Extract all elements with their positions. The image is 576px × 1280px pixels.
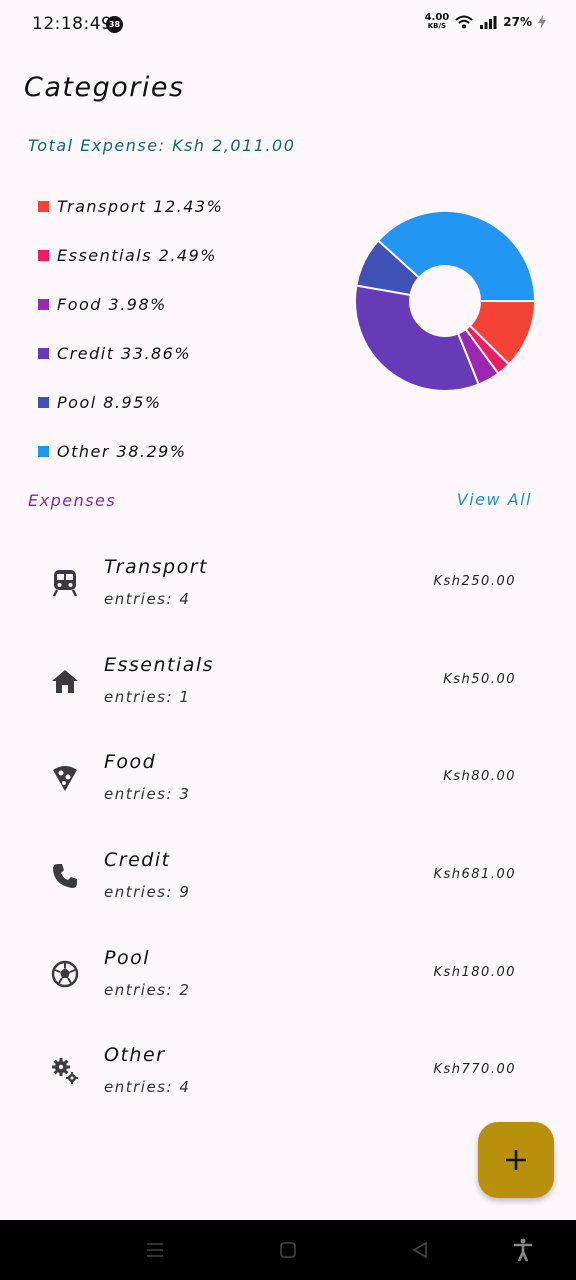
legend-label: Food 3.98% [57,295,167,314]
phone-icon [48,859,82,893]
expense-row-transport[interactable]: Transport entries: 4 Ksh250.00 [0,548,576,646]
total-expense: Total Expense: Ksh 2,011.00 [28,136,296,155]
legend-swatch [38,397,49,408]
net-speed-value: 4.00 [424,12,450,23]
expense-name: Credit [104,849,171,872]
add-icon [506,1150,526,1170]
legend-label: Other 38.29% [57,442,187,461]
expense-amount: Ksh180.00 [433,964,516,980]
legend-swatch [38,446,49,457]
expense-row-food[interactable]: Food entries: 3 Ksh80.00 [0,743,576,841]
page-title: Categories [24,72,185,103]
expense-row-credit[interactable]: Credit entries: 9 Ksh681.00 [0,841,576,939]
legend-item-other: Other 38.29% [38,427,223,476]
chart-legend: Transport 12.43% Essentials 2.49% Food 3… [38,182,223,476]
expense-name: Pool [104,946,150,969]
pie-slice-credit[interactable] [354,284,480,392]
expense-amount: Ksh250.00 [433,574,516,589]
network-speed: 4.00 KB/S [424,12,450,31]
battery-level: 27% [503,15,532,29]
category-pie-chart[interactable] [340,196,550,406]
expense-row-essentials[interactable]: Essentials entries: 1 Ksh50.00 [0,646,576,744]
status-bar: 12:18:49 38 4.00 KB/S 27% [0,0,576,50]
legend-item-credit: Credit 33.86% [38,329,223,378]
net-speed-unit: KB/S [427,22,447,30]
expense-entries: entries: 3 [104,785,191,804]
expenses-section-title: Expenses [28,491,117,510]
accessibility-icon[interactable] [511,1238,535,1262]
expense-entries: entries: 1 [104,687,191,706]
notification-count-badge: 38 [106,16,123,33]
ball-icon [48,957,82,991]
train-icon [48,566,82,600]
expense-amount: Ksh80.00 [443,769,516,785]
expense-name: Food [104,751,157,774]
legend-item-food: Food 3.98% [38,280,223,329]
expense-row-other[interactable]: Other entries: 4 Ksh770.00 [0,1036,576,1134]
menu-icon[interactable] [143,1238,167,1262]
expense-row-pool[interactable]: Pool entries: 2 Ksh180.00 [0,939,576,1037]
gears-icon [48,1054,82,1088]
legend-label: Essentials 2.49% [57,246,217,265]
status-time: 12:18:49 [32,14,113,34]
back-icon[interactable] [408,1238,432,1262]
status-icons: 4.00 KB/S 27% [424,12,546,31]
expense-name: Essentials [104,653,215,676]
signal-icon [480,16,497,29]
expense-name: Other [104,1044,166,1067]
charging-icon [538,15,546,29]
expense-entries: entries: 2 [104,980,191,999]
expense-amount: Ksh50.00 [443,671,516,687]
expense-entries: entries: 4 [104,1078,191,1097]
legend-item-essentials: Essentials 2.49% [38,231,223,280]
system-nav-bar [0,1220,576,1280]
legend-label: Credit 33.86% [57,344,192,363]
legend-swatch [38,201,49,212]
legend-swatch [38,250,49,261]
legend-swatch [38,348,49,359]
view-all-link[interactable]: View All [457,490,532,509]
legend-swatch [38,299,49,310]
home-icon [48,664,82,698]
expense-list: Transport entries: 4 Ksh250.00 Essential… [0,548,576,1134]
home-nav-icon[interactable] [276,1238,300,1262]
legend-label: Transport 12.43% [57,197,224,216]
pizza-icon [48,761,82,795]
expense-amount: Ksh681.00 [433,867,516,883]
expense-name: Transport [104,556,208,578]
expense-amount: Ksh770.00 [433,1062,516,1078]
legend-item-pool: Pool 8.95% [38,378,223,427]
legend-item-transport: Transport 12.43% [38,182,223,231]
expense-entries: entries: 4 [104,590,191,608]
wifi-icon [455,15,473,29]
expense-entries: entries: 9 [104,883,191,902]
legend-label: Pool 8.95% [57,393,162,412]
add-expense-button[interactable] [478,1122,554,1198]
